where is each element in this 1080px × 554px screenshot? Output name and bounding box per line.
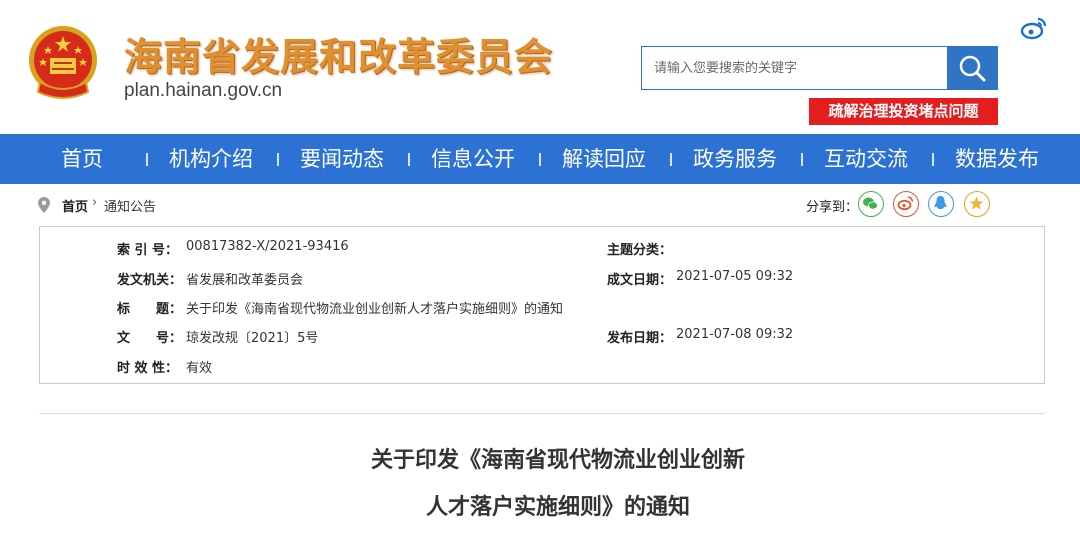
- nav-separator: [408, 153, 410, 166]
- date-published-label: 发布日期：: [607, 331, 673, 346]
- document-metadata-box: 索 引 号： 00817382-X/2021-93416 主题分类： 发文机关：…: [39, 226, 1045, 384]
- wechat-icon[interactable]: [858, 191, 884, 217]
- nav-separator: [539, 153, 541, 166]
- nav-item-interpretation[interactable]: 解读回应: [562, 134, 646, 184]
- divider: [39, 413, 1045, 414]
- title-value: 关于印发《海南省现代物流业创业创新人才落户实施细则》的通知: [186, 302, 564, 317]
- nav-item-interaction[interactable]: 互动交流: [824, 134, 908, 184]
- nav-separator: [146, 153, 148, 166]
- nav-item-services[interactable]: 政务服务: [693, 134, 777, 184]
- weibo-share-icon[interactable]: [893, 191, 919, 217]
- date-made-label: 成文日期：: [607, 273, 673, 288]
- issuer-label: 发文机关：: [117, 273, 183, 288]
- doc-number-value: 琼发改规〔2021〕5号: [186, 331, 319, 346]
- nav-separator: [277, 153, 279, 166]
- validity-label: 时 效 性：: [117, 361, 179, 376]
- nav-item-news[interactable]: 要闻动态: [300, 134, 384, 184]
- breadcrumb: 首页 › 通知公告 分享到：: [0, 184, 1080, 224]
- nav-item-data[interactable]: 数据发布: [955, 134, 1039, 184]
- nav-item-disclosure[interactable]: 信息公开: [431, 134, 515, 184]
- site-header: 海南省发展和改革委员会 plan.hainan.gov.cn 疏解治理投资堵点问…: [0, 0, 1080, 134]
- title-label: 标 题：: [117, 302, 183, 317]
- share-label: 分享到：: [806, 200, 859, 215]
- topic-label: 主题分类：: [607, 243, 673, 258]
- article-title-line-1: 关于印发《海南省现代物流业创业创新: [370, 447, 745, 473]
- index-value: 00817382-X/2021-93416: [186, 239, 349, 254]
- validity-value: 有效: [186, 361, 213, 376]
- index-label: 索 引 号：: [117, 243, 179, 258]
- national-emblem-icon: [29, 26, 97, 99]
- qzone-icon[interactable]: [928, 191, 954, 217]
- article-title-line-2: 人才落户实施细则》的通知: [425, 494, 690, 520]
- nav-item-home[interactable]: 首页: [61, 134, 103, 184]
- weibo-icon[interactable]: [1020, 16, 1048, 40]
- site-domain: plan.hainan.gov.cn: [124, 80, 283, 101]
- main-nav: 首页 机构介绍 要闻动态 信息公开 解读回应 政务服务 互动交流 数据发布: [0, 134, 1080, 184]
- magnifier-icon: [959, 55, 986, 82]
- nav-separator: [801, 153, 803, 166]
- date-published-value: 2021-07-08 09:32: [676, 327, 794, 342]
- issuer-value: 省发展和改革委员会: [186, 273, 304, 288]
- date-made-value: 2021-07-05 09:32: [676, 269, 794, 284]
- search-button[interactable]: [947, 46, 997, 90]
- location-pin-icon: [38, 197, 50, 213]
- nav-item-about[interactable]: 机构介绍: [169, 134, 253, 184]
- search-box: [641, 46, 998, 90]
- breadcrumb-home-link[interactable]: 首页: [62, 196, 88, 215]
- doc-number-label: 文 号：: [117, 331, 183, 346]
- breadcrumb-current[interactable]: 通知公告: [104, 196, 156, 215]
- investment-issue-button[interactable]: 疏解治理投资堵点问题: [809, 98, 998, 125]
- chevron-right-icon: ›: [92, 195, 98, 210]
- nav-separator: [670, 153, 672, 166]
- search-input[interactable]: [642, 47, 948, 89]
- site-title[interactable]: 海南省发展和改革委员会: [124, 26, 553, 81]
- favorite-icon[interactable]: [964, 191, 990, 217]
- nav-separator: [932, 153, 934, 166]
